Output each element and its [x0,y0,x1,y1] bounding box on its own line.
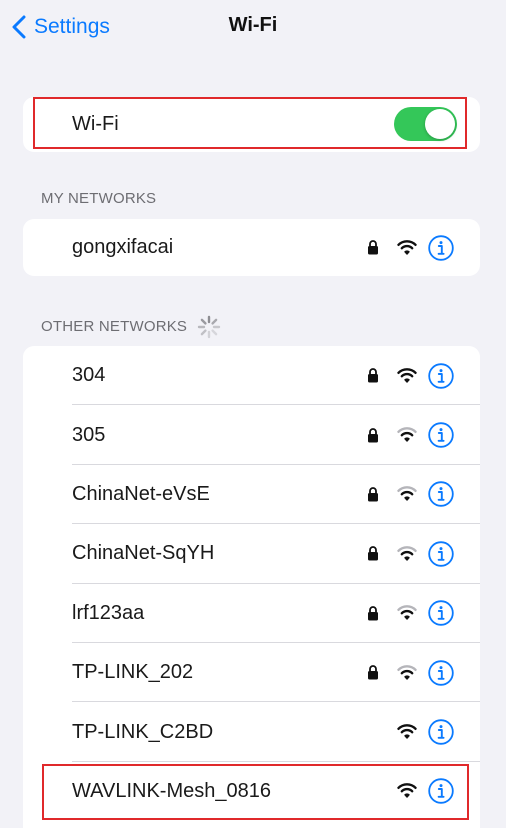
info-icon[interactable] [428,481,454,508]
info-icon[interactable] [428,234,454,261]
info-icon[interactable] [428,778,454,805]
network-name: lrf123aa [72,601,145,624]
lock-icon [367,240,379,256]
network-row[interactable]: ChinaNet-SqYH [23,524,480,584]
lock-icon [367,368,379,384]
network-row[interactable]: 305 [23,405,480,465]
network-name: TP-LINK_202 [72,661,194,684]
navigation-bar: Settings Wi-Fi [0,0,506,56]
info-icon[interactable] [428,659,454,686]
info-icon[interactable] [428,600,454,626]
network-row[interactable]: ChinaNet-eVsE [23,465,480,525]
page-title: Wi-Fi [228,14,278,36]
lock-icon [367,605,379,621]
my-networks-header: MY NETWORKS [41,190,157,207]
wifi-toggle[interactable] [394,107,457,141]
network-name: WAVLINK-Mesh_0816 [72,779,271,802]
wifi-signal-icon [397,485,417,502]
wifi-toggle-card: Wi-Fi [23,97,480,152]
network-name: gongxifacai [72,236,174,258]
network-row[interactable]: lrf123aa [23,584,480,643]
toggle-knob [425,109,455,139]
network-name: TP-LINK_C2BD [72,720,214,743]
wifi-signal-icon [397,545,417,561]
wifi-toggle-row: Wi-Fi [23,97,480,152]
network-name: ChinaNet-SqYH [72,542,215,565]
network-row[interactable]: WAVLINK-Mesh_0816 [23,762,480,821]
info-icon[interactable] [428,422,454,448]
wifi-signal-icon [397,664,417,680]
lock-icon [367,665,379,681]
wifi-signal-icon [397,723,417,739]
lock-icon [367,427,379,443]
network-name: 304 [72,364,106,387]
network-row[interactable]: gongxifacai [23,219,480,276]
network-row[interactable]: TP-LINK_C2BD [23,702,480,762]
network-name: 305 [72,423,106,446]
wifi-signal-icon [397,239,417,255]
info-icon[interactable] [428,719,454,745]
wifi-signal-icon [397,426,417,442]
wifi-label: Wi-Fi [72,113,119,135]
network-row[interactable]: 304 [23,346,480,406]
wifi-signal-icon [397,782,417,799]
network-row[interactable]: TP-LINK_202 [23,643,480,703]
wifi-signal-icon [397,604,417,620]
network-name: ChinaNet-eVsE [72,482,210,505]
info-icon[interactable] [428,541,454,567]
lock-icon [367,546,379,562]
info-icon[interactable] [428,362,454,389]
other-networks-list: 304 305 ChinaNet-eVsE ChinaNet-SqYH lrf123aa… [23,346,480,828]
lock-icon [367,486,379,502]
wifi-signal-icon [397,367,417,383]
my-networks-list: gongxifacai [23,219,480,276]
spinner-icon [197,315,221,339]
other-networks-header: OTHER NETWORKS [41,318,188,335]
